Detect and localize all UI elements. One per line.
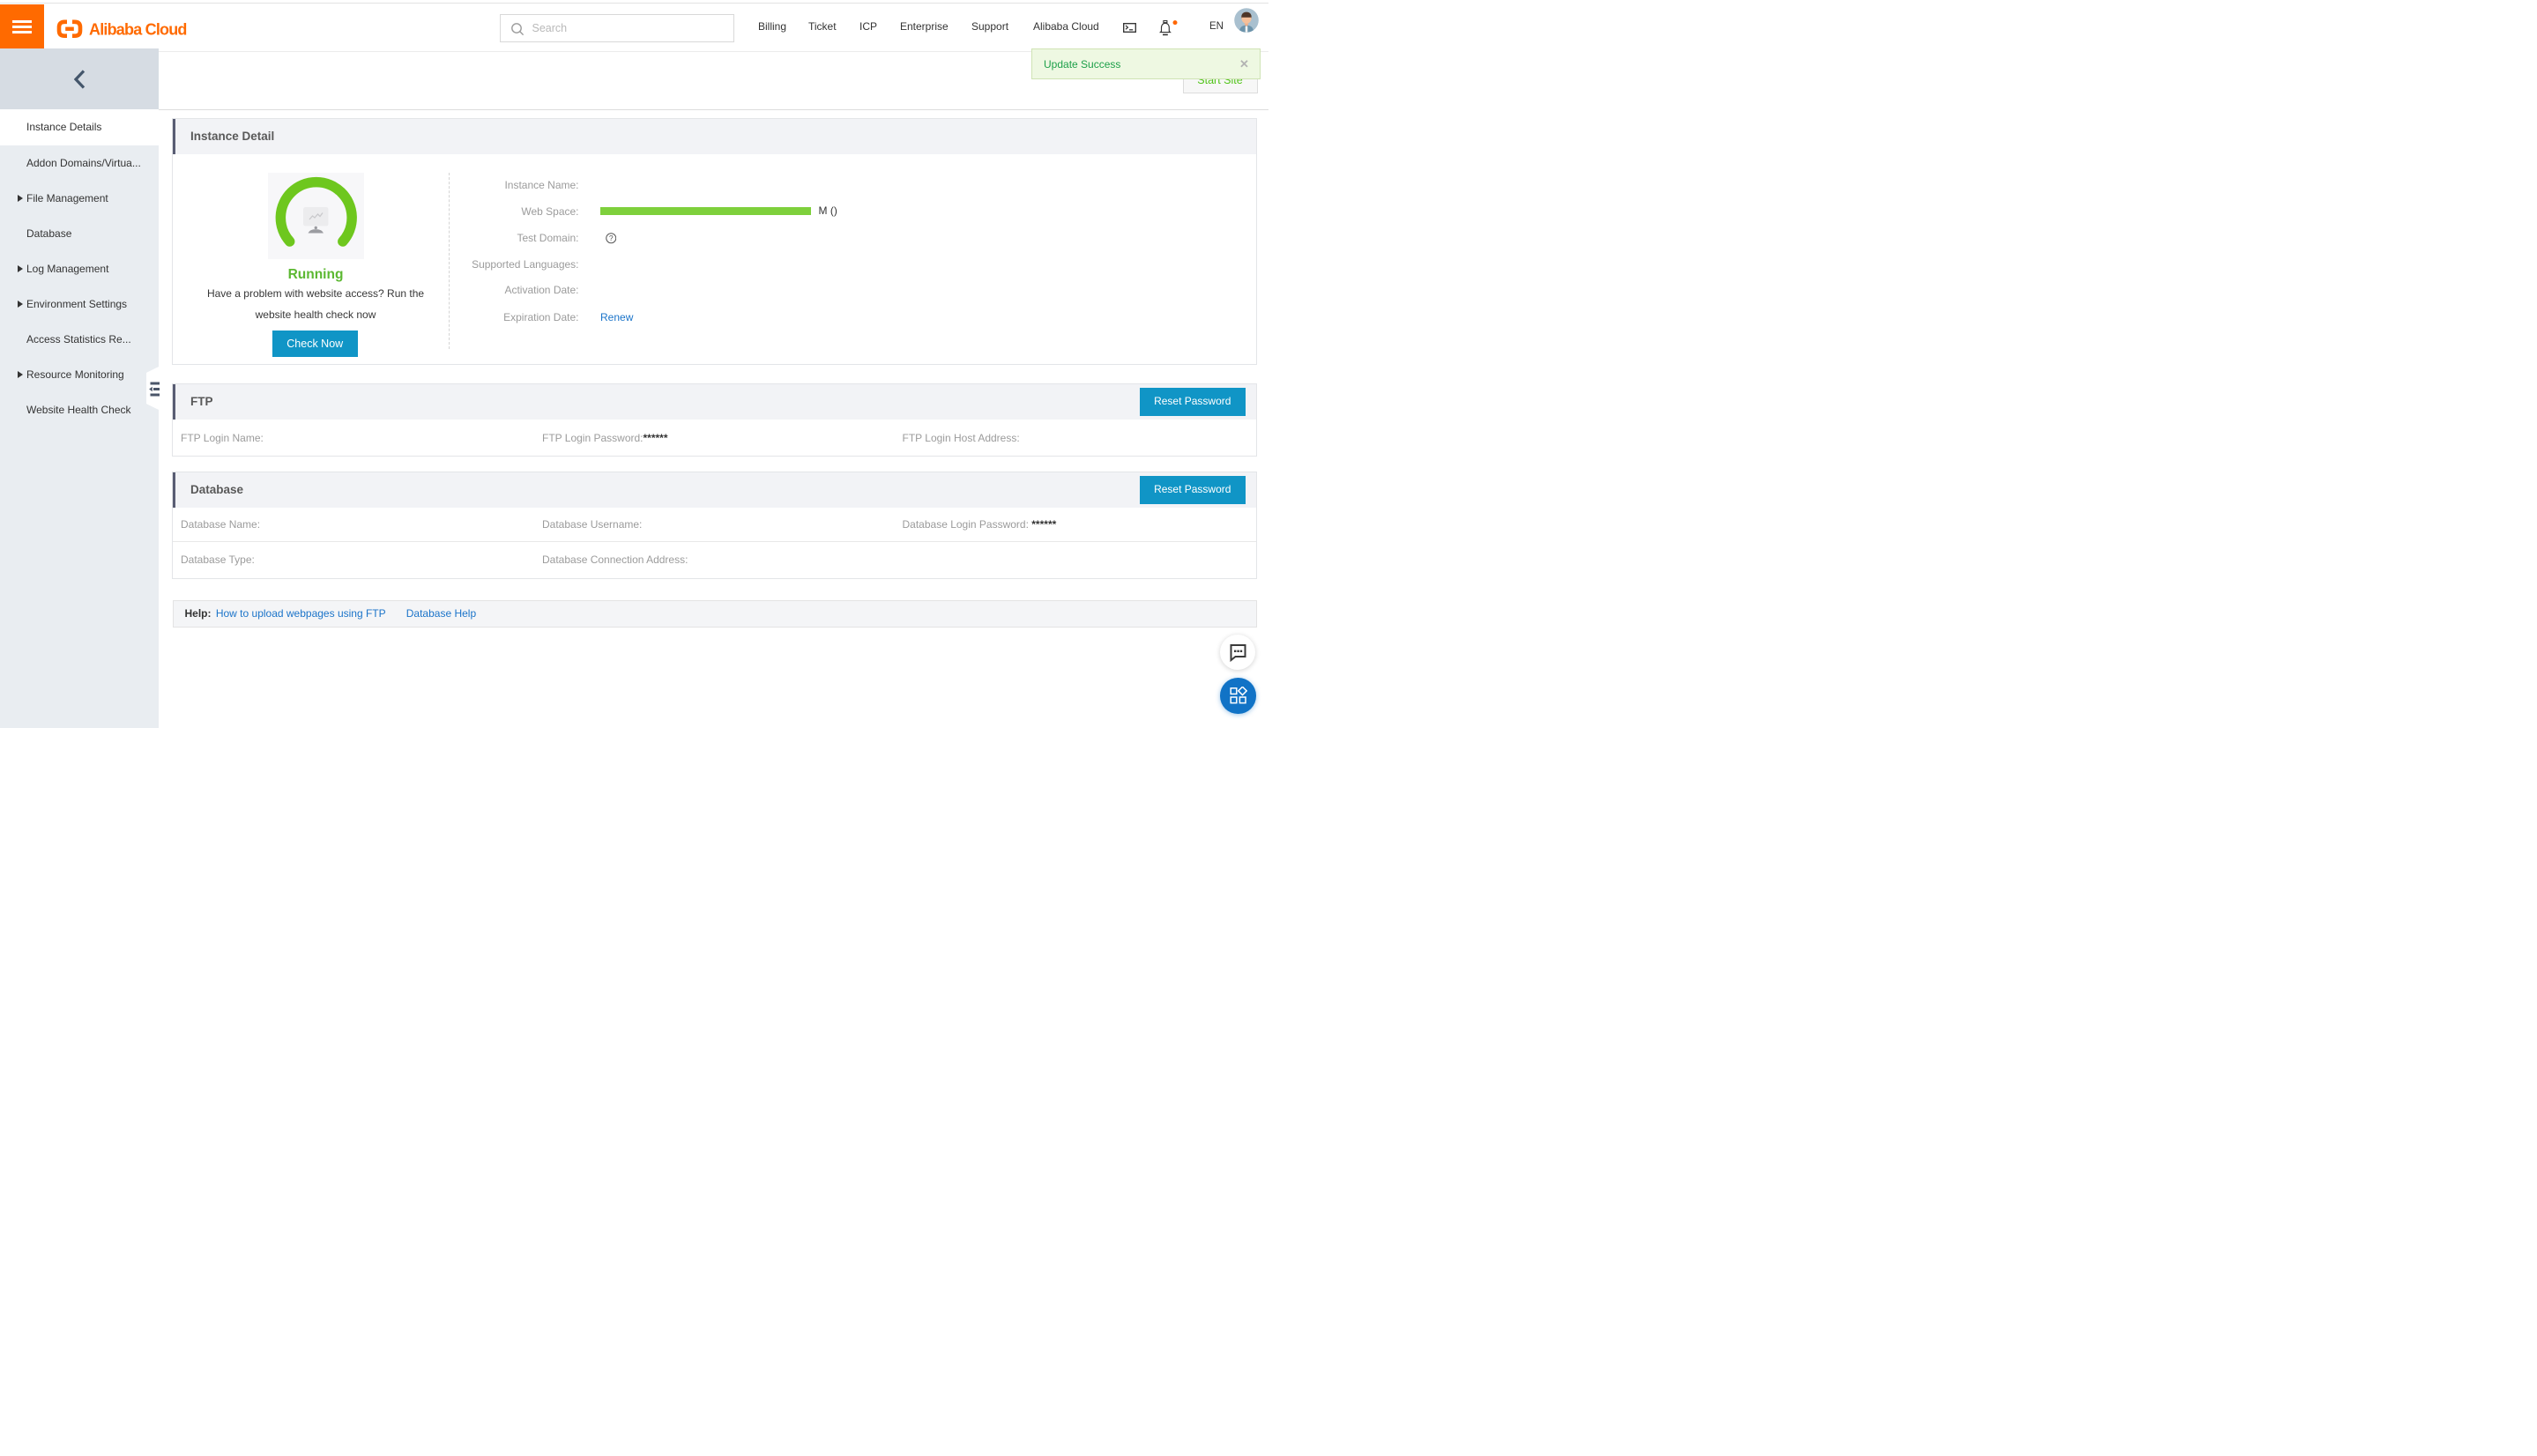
svg-text:?: ? — [608, 234, 613, 242]
svg-text:Alibaba Cloud: Alibaba Cloud — [89, 21, 187, 39]
